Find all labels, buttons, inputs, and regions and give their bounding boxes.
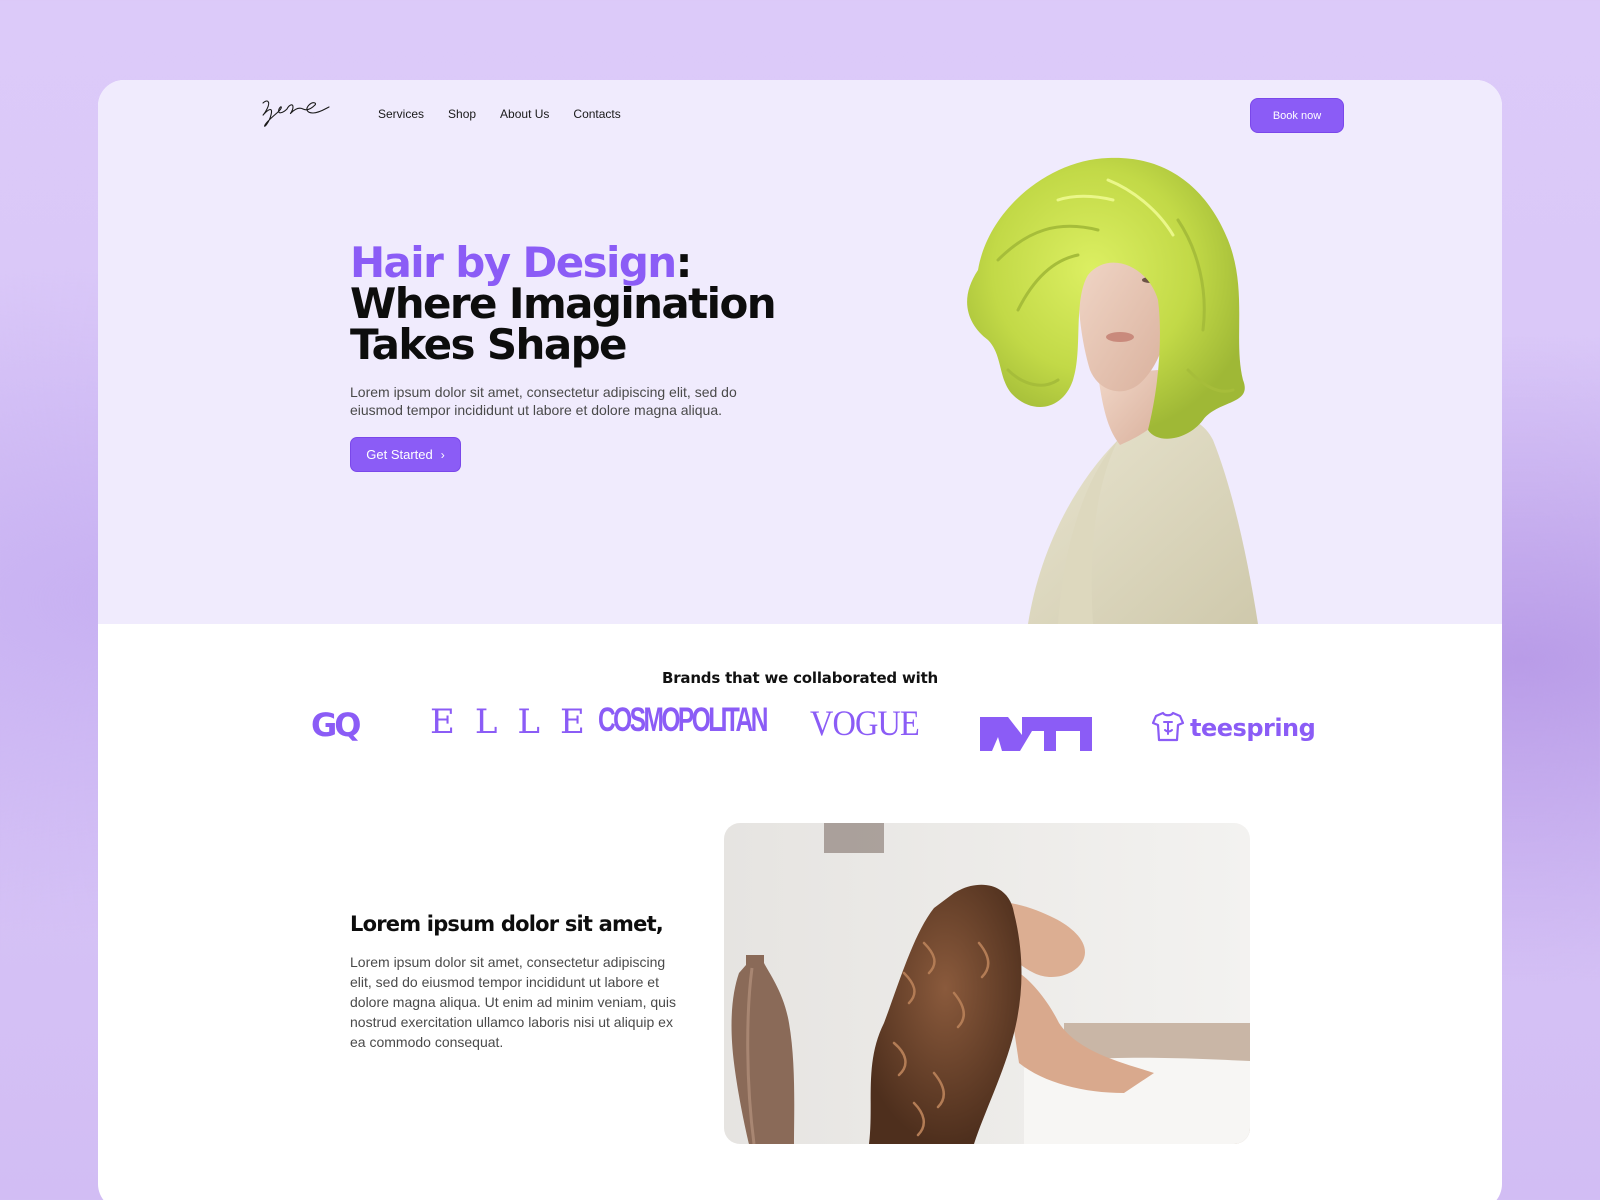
- get-started-button[interactable]: Get Started ›: [350, 437, 461, 472]
- feature-photo: [724, 823, 1250, 1144]
- brand-logo-elle: ELLE: [430, 702, 605, 742]
- teespring-wordmark: teespring: [1190, 714, 1316, 742]
- brand-logo-cosmopolitan: COSMOPOLITAN: [598, 701, 768, 739]
- hero-description: Lorem ipsum dolor sit amet, consectetur …: [350, 384, 737, 418]
- hero-model-photo: [967, 157, 1258, 624]
- brand-logo-mtv: [980, 717, 1092, 751]
- hero-section: Services Shop About Us Contacts Book now…: [98, 80, 1502, 624]
- brand-logo-teespring: teespring: [1150, 710, 1316, 746]
- chevron-right-icon: ›: [440, 447, 445, 462]
- nav-services[interactable]: Services: [378, 107, 424, 121]
- nav-about-us[interactable]: About Us: [500, 107, 549, 121]
- book-now-button[interactable]: Book now: [1250, 98, 1344, 133]
- get-started-label: Get Started: [366, 447, 433, 462]
- feature-title: Lorem ipsum dolor sit amet,: [350, 912, 664, 936]
- nav-contacts[interactable]: Contacts: [573, 107, 620, 121]
- feature-body: Lorem ipsum dolor sit amet, consectetur …: [350, 954, 677, 1050]
- tshirt-icon: [1151, 711, 1185, 742]
- brand-logo-gq: GQ: [311, 706, 361, 744]
- main-nav: Services Shop About Us Contacts: [378, 107, 645, 121]
- hero-title: Hair by Design: Where Imagination Takes Sh…: [350, 242, 870, 366]
- page-card: Services Shop About Us Contacts Book now…: [98, 80, 1502, 1200]
- signature-logo[interactable]: [253, 95, 333, 135]
- nav-shop[interactable]: Shop: [448, 107, 476, 121]
- brands-title: Brands that we collaborated with: [661, 669, 939, 687]
- hero-title-line3: Takes Shape: [350, 320, 628, 369]
- brand-logo-vogue: VOGUE: [810, 703, 920, 743]
